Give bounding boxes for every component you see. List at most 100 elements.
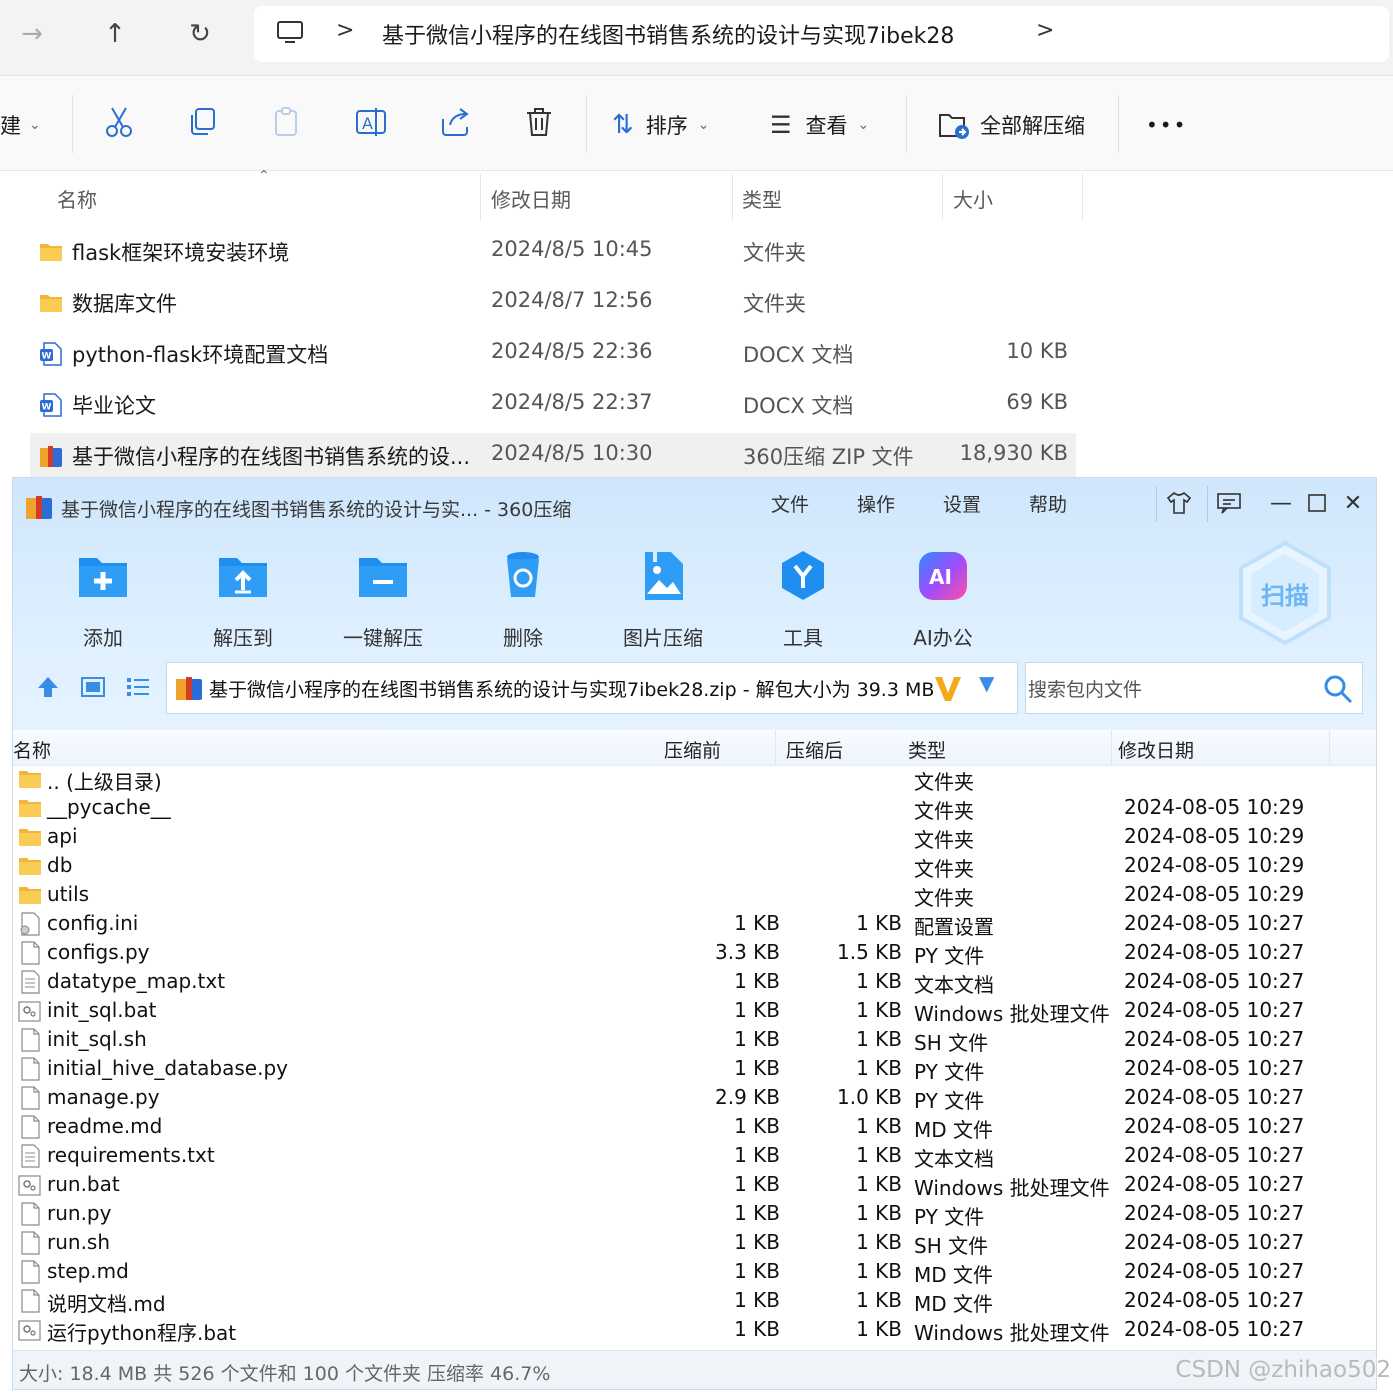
- archive-file-row[interactable]: init_sql.bat 1 KB 1 KB Windows 批处理文件 2024-08…: [13, 997, 1376, 1026]
- dropdown-arrow-icon[interactable]: ▼: [979, 671, 994, 695]
- up-arrow-icon[interactable]: ↑: [95, 14, 135, 54]
- address-box[interactable]: > 基于微信小程序的在线图书销售系统的设计与实现7ibek28 >: [254, 6, 1389, 62]
- one-click-extract-button[interactable]: 一键解压: [338, 548, 428, 651]
- cut-icon[interactable]: [102, 105, 136, 139]
- feedback-icon[interactable]: [1213, 488, 1245, 518]
- column-type[interactable]: 类型: [742, 184, 782, 213]
- tools-button[interactable]: 工具: [758, 548, 848, 651]
- address-path[interactable]: 基于微信小程序的在线图书销售系统的设计与实现7ibek28: [382, 18, 954, 50]
- explorer-file-row[interactable]: Wpython-flask环境配置文档 2024/8/5 22:36 DOCX 文档…: [30, 331, 1076, 377]
- extract-to-icon: [219, 558, 267, 597]
- view-button[interactable]: ☰ 查看 ⌄: [770, 107, 869, 143]
- archive-file-row[interactable]: config.ini 1 KB 1 KB 配置设置 2024-08-05 10:27: [13, 910, 1376, 939]
- paste-icon[interactable]: [270, 105, 304, 139]
- file-type: 360压缩 ZIP 文件: [743, 445, 914, 469]
- archive-path-field[interactable]: 基于微信小程序的在线图书销售系统的设计与实现7ibek28.zip - 解包大小…: [166, 662, 1018, 714]
- ai-office-icon: AI: [919, 552, 967, 600]
- more-options-button[interactable]: •••: [1146, 107, 1187, 143]
- file-type: DOCX 文档: [743, 394, 854, 418]
- file-modified: 2024-08-05 10:29: [1124, 853, 1305, 877]
- file-type: 文件夹: [914, 828, 974, 852]
- chevron-right-icon[interactable]: >: [1036, 18, 1054, 43]
- file-type: 文件夹: [914, 799, 974, 823]
- column-modified[interactable]: 修改日期: [491, 184, 571, 213]
- close-icon[interactable]: ✕: [1337, 488, 1369, 518]
- archive-file-row[interactable]: configs.py 3.3 KB 1.5 KB PY 文件 2024-08-05 10…: [13, 939, 1376, 968]
- sort-caret-icon: ⌃: [258, 168, 270, 184]
- column-type[interactable]: 类型: [908, 736, 946, 763]
- archive-file-row[interactable]: db 文件夹 2024-08-05 10:29: [13, 852, 1376, 881]
- archive-file-row[interactable]: __pycache__ 文件夹 2024-08-05 10:29: [13, 794, 1376, 823]
- search-icon[interactable]: [1322, 673, 1354, 705]
- archive-file-row[interactable]: manage.py 2.9 KB 1.0 KB PY 文件 2024-08-05 10:…: [13, 1084, 1376, 1113]
- column-separator: [1329, 730, 1330, 766]
- maximize-icon[interactable]: [1301, 488, 1333, 518]
- share-icon[interactable]: [438, 105, 472, 139]
- archive-file-row[interactable]: api 文件夹 2024-08-05 10:29: [13, 823, 1376, 852]
- column-name[interactable]: 名称: [13, 736, 51, 763]
- image-compress-button[interactable]: 图片压缩: [618, 548, 708, 651]
- sort-label: 排序: [645, 114, 688, 138]
- v-badge-icon[interactable]: [933, 675, 963, 703]
- archive-file-row[interactable]: step.md 1 KB 1 KB MD 文件 2024-08-05 10:27: [13, 1258, 1376, 1287]
- zip-archive-icon: [26, 496, 52, 519]
- file-name: 数据库文件: [72, 292, 177, 316]
- file-icon: [18, 1086, 42, 1110]
- copy-icon[interactable]: [186, 105, 220, 139]
- add-button[interactable]: 添加: [58, 548, 148, 651]
- file-type: SH 文件: [914, 1031, 989, 1055]
- folder-icon: [38, 240, 64, 262]
- extract-all-button[interactable]: 全部解压缩: [938, 107, 1085, 143]
- column-name[interactable]: 名称: [57, 184, 97, 213]
- computer-icon: [277, 21, 303, 43]
- thumbnail-view-icon[interactable]: [80, 674, 106, 700]
- menu-file[interactable]: 文件: [771, 490, 809, 517]
- menu-operate[interactable]: 操作: [857, 490, 895, 517]
- archive-file-row[interactable]: requirements.txt 1 KB 1 KB 文本文档 2024-08-05 1…: [13, 1142, 1376, 1171]
- archive-search-input[interactable]: 搜索包内文件: [1025, 662, 1363, 714]
- size-before: 1 KB: [734, 1172, 780, 1196]
- explorer-file-row[interactable]: W 毕业论文 2024/8/5 22:37 DOCX 文档 69 KB: [30, 382, 1076, 428]
- minimize-icon[interactable]: —: [1265, 488, 1297, 518]
- column-size-after[interactable]: 压缩后: [786, 736, 843, 763]
- new-button[interactable]: 建 ⌄: [0, 107, 41, 143]
- explorer-file-row[interactable]: 基于微信小程序的在线图书销售系统的设... 2024/8/5 10:30 360压缩…: [30, 433, 1076, 479]
- scan-button[interactable]: 扫描: [1235, 538, 1335, 648]
- explorer-file-row[interactable]: flask框架环境安装环境 2024/8/5 10:45 文件夹: [30, 229, 1076, 275]
- archive-file-row[interactable]: run.bat 1 KB 1 KB Windows 批处理文件 2024-08-05 1…: [13, 1171, 1376, 1200]
- archive-file-row[interactable]: 说明文档.md 1 KB 1 KB MD 文件 2024-08-05 10:27: [13, 1287, 1376, 1316]
- file-modified: 2024-08-05 10:27: [1124, 998, 1305, 1022]
- delete-icon[interactable]: [522, 105, 556, 139]
- archive-path-text: 基于微信小程序的在线图书销售系统的设计与实现7ibek28.zip - 解包大小…: [209, 679, 935, 701]
- list-view-icon[interactable]: [125, 674, 151, 700]
- menu-settings[interactable]: 设置: [943, 490, 981, 517]
- extract-to-button[interactable]: 解压到: [198, 548, 288, 651]
- archive-file-row[interactable]: run.sh 1 KB 1 KB SH 文件 2024-08-05 10:27: [13, 1229, 1376, 1258]
- explorer-file-row[interactable]: 数据库文件 2024/8/7 12:56 文件夹: [30, 280, 1076, 326]
- size-after: 1 KB: [856, 1114, 902, 1138]
- up-level-icon[interactable]: [35, 674, 61, 700]
- archive-file-row[interactable]: initial_hive_database.py 1 KB 1 KB PY 文件 202…: [13, 1055, 1376, 1084]
- file-name: 运行python程序.bat: [47, 1321, 237, 1345]
- archive-file-row[interactable]: readme.md 1 KB 1 KB MD 文件 2024-08-05 10:27: [13, 1113, 1376, 1142]
- archive-file-row[interactable]: utils 文件夹 2024-08-05 10:29: [13, 881, 1376, 910]
- rename-icon[interactable]: A: [354, 105, 388, 139]
- ai-office-button[interactable]: AI AI办公: [898, 548, 988, 651]
- delete-button[interactable]: 删除: [478, 548, 568, 651]
- skin-shirt-icon[interactable]: [1163, 488, 1195, 518]
- column-size-before[interactable]: 压缩前: [664, 736, 721, 763]
- menu-help[interactable]: 帮助: [1029, 490, 1067, 517]
- archive-file-row[interactable]: init_sql.sh 1 KB 1 KB SH 文件 2024-08-05 10:27: [13, 1026, 1376, 1055]
- file-type: Windows 批处理文件: [914, 1002, 1110, 1026]
- file-name: configs.py: [47, 940, 150, 964]
- forward-arrow-icon[interactable]: →: [12, 14, 52, 54]
- archive-file-row[interactable]: .. (上级目录) 文件夹: [13, 765, 1376, 794]
- file-modified: 2024-08-05 10:27: [1124, 1230, 1305, 1254]
- archive-file-row[interactable]: run.py 1 KB 1 KB PY 文件 2024-08-05 10:27: [13, 1200, 1376, 1229]
- sort-button[interactable]: ⇅ 排序 ⌄: [612, 107, 710, 143]
- column-modified[interactable]: 修改日期: [1118, 736, 1194, 763]
- archive-file-row[interactable]: 运行python程序.bat 1 KB 1 KB Windows 批处理文件 2024-…: [13, 1316, 1376, 1345]
- refresh-icon[interactable]: ↻: [180, 14, 220, 54]
- column-size[interactable]: 大小: [953, 184, 993, 213]
- archive-file-row[interactable]: datatype_map.txt 1 KB 1 KB 文本文档 2024-08-05 1…: [13, 968, 1376, 997]
